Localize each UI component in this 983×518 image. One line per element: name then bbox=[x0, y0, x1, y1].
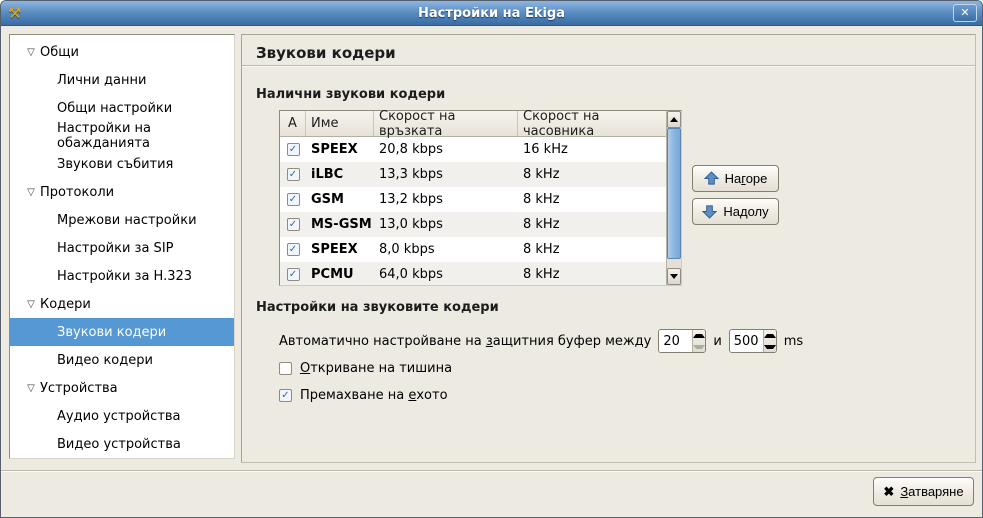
scrollbar-thumb[interactable] bbox=[667, 128, 681, 259]
echo-cancellation-checkbox-row[interactable]: ✓ Премахване на ехото bbox=[279, 388, 448, 403]
jitter-conjunction-label: и bbox=[713, 334, 721, 349]
codec-enabled-checkbox[interactable]: ✓ bbox=[287, 218, 300, 231]
table-row[interactable]: ✓ GSM 13,2 kbps 8 kHz bbox=[280, 187, 666, 212]
expander-icon[interactable]: ▽ bbox=[22, 187, 40, 198]
jitter-buffer-label: Автоматично настройване на защитния буфе… bbox=[279, 334, 651, 349]
available-codecs-label: Налични звукови кодери bbox=[256, 87, 445, 102]
column-header-clock[interactable]: Скорост на часовника bbox=[518, 111, 666, 136]
table-row[interactable]: ✓ MS-GSM 13,0 kbps 8 kHz bbox=[280, 212, 666, 237]
footer-separator bbox=[1, 470, 982, 472]
window-title: Настройки на Ekiga bbox=[1, 6, 982, 21]
sidebar-item-video-ustroystva[interactable]: Видео устройства bbox=[10, 430, 234, 458]
codec-table-body: ✓ SPEEX 20,8 kbps 16 kHz ✓ iLBC 13,3 kbp… bbox=[280, 137, 666, 285]
close-x-icon: ✖ bbox=[883, 484, 894, 500]
check-icon: ✓ bbox=[289, 244, 297, 255]
sidebar-item-zvukovi-koderi[interactable]: Звукови кодери bbox=[10, 318, 234, 346]
check-icon: ✓ bbox=[289, 269, 297, 280]
spin-down-icon[interactable] bbox=[693, 341, 705, 352]
codec-enabled-checkbox[interactable]: ✓ bbox=[287, 143, 300, 156]
jitter-buffer-row: Автоматично настройване на защитния буфе… bbox=[279, 329, 803, 353]
sidebar-item-mrezhovi-nastroyki[interactable]: Мрежови настройки bbox=[10, 206, 234, 234]
spin-up-icon[interactable] bbox=[693, 330, 705, 341]
check-icon: ✓ bbox=[289, 219, 297, 230]
sidebar-item-nastroyki-za-h323[interactable]: Настройки за H.323 bbox=[10, 262, 234, 290]
table-row[interactable]: ✓ SPEEX 8,0 kbps 8 kHz bbox=[280, 237, 666, 262]
scroll-up-icon bbox=[670, 117, 678, 122]
sidebar-item-lichni-danni[interactable]: Лични данни bbox=[10, 66, 234, 94]
titlebar[interactable]: ⚒ Настройки на Ekiga ✕ bbox=[1, 1, 982, 26]
codec-settings-label: Настройки на звуковите кодери bbox=[256, 300, 499, 315]
close-icon: ✕ bbox=[960, 6, 969, 19]
sidebar-item-obshti-nastroyki[interactable]: Общи настройки bbox=[10, 94, 234, 122]
preferences-window: ⚒ Настройки на Ekiga ✕ ▽ Общи Лични данн… bbox=[0, 0, 983, 518]
codec-enabled-checkbox[interactable]: ✓ bbox=[287, 168, 300, 181]
move-up-button[interactable]: Нагоре bbox=[692, 165, 779, 192]
sidebar-section-ustroystva[interactable]: ▽ Устройства bbox=[10, 374, 234, 402]
check-icon: ✓ bbox=[289, 169, 297, 180]
sidebar-item-zvukovi-sabitiya[interactable]: Звукови събития bbox=[10, 150, 234, 178]
silence-detection-checkbox[interactable] bbox=[279, 362, 292, 375]
sidebar-section-obshti[interactable]: ▽ Общи bbox=[10, 38, 234, 66]
check-icon: ✓ bbox=[289, 144, 297, 155]
scroll-up-button[interactable] bbox=[667, 111, 681, 128]
audio-codecs-page: Звукови кодери Налични звукови кодери A … bbox=[241, 34, 976, 463]
check-icon: ✓ bbox=[281, 390, 289, 401]
codec-enabled-checkbox[interactable]: ✓ bbox=[287, 243, 300, 256]
jitter-unit-label: ms bbox=[784, 334, 803, 349]
sidebar-item-nastroyki-na-obazhdaniyata[interactable]: Настройки на обажданията bbox=[10, 122, 234, 150]
spin-down-icon[interactable] bbox=[764, 341, 776, 352]
jitter-min-spinner[interactable] bbox=[658, 329, 706, 353]
jitter-max-spinner[interactable] bbox=[729, 329, 777, 353]
table-row[interactable]: ✓ iLBC 13,3 kbps 8 kHz bbox=[280, 162, 666, 187]
close-dialog-button[interactable]: ✖ Затваряне bbox=[873, 477, 974, 506]
spin-up-icon[interactable] bbox=[764, 330, 776, 341]
column-header-active[interactable]: A bbox=[280, 111, 306, 136]
move-down-button[interactable]: Надолу bbox=[692, 198, 779, 225]
scroll-down-button[interactable] bbox=[667, 268, 681, 285]
up-arrow-icon bbox=[704, 171, 719, 186]
sidebar-section-protokoli[interactable]: ▽ Протоколи bbox=[10, 178, 234, 206]
column-header-name[interactable]: Име bbox=[306, 111, 374, 136]
sidebar-section-koderi[interactable]: ▽ Кодери bbox=[10, 290, 234, 318]
tools-window-icon: ⚒ bbox=[8, 4, 21, 22]
down-arrow-icon bbox=[702, 204, 717, 219]
codec-table: A Име Скорост на връзката Скорост на час… bbox=[279, 110, 682, 286]
sidebar-item-nastroyki-za-sip[interactable]: Настройки за SIP bbox=[10, 234, 234, 262]
preferences-nav-tree: ▽ Общи Лични данни Общи настройки Настро… bbox=[9, 34, 235, 459]
table-scrollbar[interactable] bbox=[666, 111, 681, 285]
sidebar-item-video-koderi[interactable]: Видео кодери bbox=[10, 346, 234, 374]
table-row[interactable]: ✓ SPEEX 20,8 kbps 16 kHz bbox=[280, 137, 666, 162]
expander-icon[interactable]: ▽ bbox=[22, 383, 40, 394]
jitter-min-input[interactable] bbox=[659, 330, 692, 352]
jitter-max-input[interactable] bbox=[730, 330, 763, 352]
codec-table-header: A Име Скорост на връзката Скорост на час… bbox=[280, 111, 681, 137]
scroll-down-icon bbox=[670, 274, 678, 279]
sidebar-item-audio-ustroystva[interactable]: Аудио устройства bbox=[10, 402, 234, 430]
expander-icon[interactable]: ▽ bbox=[22, 47, 40, 58]
codec-enabled-checkbox[interactable]: ✓ bbox=[287, 193, 300, 206]
table-row[interactable]: ✓ PCMU 64,0 kbps 8 kHz bbox=[280, 262, 666, 285]
expander-icon[interactable]: ▽ bbox=[22, 299, 40, 310]
column-header-bandwidth[interactable]: Скорост на връзката bbox=[374, 111, 518, 136]
check-icon: ✓ bbox=[289, 194, 297, 205]
echo-cancellation-checkbox[interactable]: ✓ bbox=[279, 389, 292, 402]
window-close-button[interactable]: ✕ bbox=[953, 4, 977, 22]
page-title: Звукови кодери bbox=[256, 44, 396, 62]
codec-enabled-checkbox[interactable]: ✓ bbox=[287, 268, 300, 281]
silence-detection-checkbox-row[interactable]: Откриване на тишина bbox=[279, 361, 452, 376]
title-separator bbox=[242, 65, 975, 67]
